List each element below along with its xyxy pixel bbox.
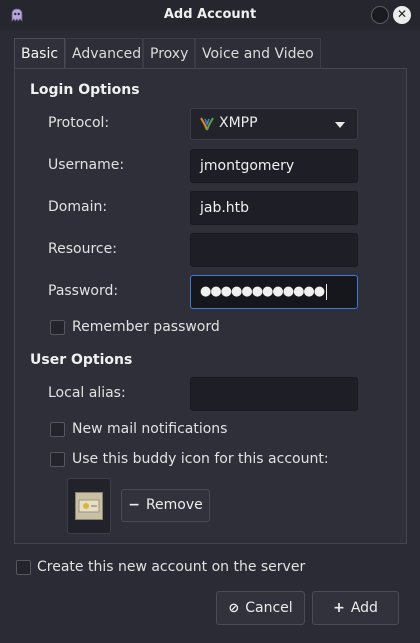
close-icon: ✕: [396, 7, 408, 21]
password-label: Password:: [48, 283, 119, 299]
title-bar: Add Account ✕: [0, 0, 420, 30]
tab-advanced[interactable]: Advanced: [65, 38, 143, 68]
add-button-label: Add: [350, 600, 378, 616]
buddy-icon-button[interactable]: [67, 478, 111, 534]
window-title: Add Account: [163, 7, 257, 22]
minus-icon: −: [128, 497, 140, 513]
protocol-value: XMPP: [219, 115, 258, 131]
remove-icon-button[interactable]: − Remove: [121, 489, 210, 522]
resource-label: Resource:: [48, 241, 117, 257]
username-label: Username:: [48, 157, 125, 173]
buddy-icon-checkbox[interactable]: [50, 452, 65, 467]
domain-label: Domain:: [48, 199, 108, 215]
cancel-icon: ⊘: [228, 601, 240, 616]
tab-proxy[interactable]: Proxy: [143, 38, 195, 68]
local-alias-input[interactable]: [190, 377, 358, 411]
xmpp-icon: [200, 117, 214, 131]
new-mail-checkbox[interactable]: [50, 422, 65, 437]
new-mail-label: New mail notifications: [72, 421, 228, 437]
resource-input[interactable]: [190, 233, 358, 267]
cancel-button-label: Cancel: [245, 600, 293, 616]
create-account-checkbox[interactable]: [16, 560, 31, 575]
add-button[interactable]: + Add: [312, 591, 399, 625]
domain-input[interactable]: jab.htb: [190, 191, 358, 225]
close-button[interactable]: ✕: [393, 6, 411, 24]
buddy-icon-label: Use this buddy icon for this account:: [72, 451, 329, 467]
create-account-label: Create this new account on the server: [37, 559, 306, 575]
user-options-heading: User Options: [30, 352, 133, 368]
protocol-label: Protocol:: [48, 115, 110, 131]
remember-password-label: Remember password: [72, 319, 220, 335]
tab-voice-and-video[interactable]: Voice and Video: [195, 38, 321, 68]
remember-password-checkbox[interactable]: [50, 320, 65, 335]
local-alias-label: Local alias:: [48, 385, 126, 401]
login-options-heading: Login Options: [30, 82, 140, 98]
protocol-select[interactable]: XMPP: [190, 108, 358, 140]
tab-basic[interactable]: Basic: [14, 38, 65, 69]
password-dots: ●●●●●●●●●●●●: [200, 284, 325, 299]
remove-button-label: Remove: [145, 497, 203, 513]
chevron-down-icon: [335, 122, 345, 128]
cancel-button[interactable]: ⊘ Cancel: [216, 591, 305, 625]
buddy-icon-image: [75, 492, 103, 520]
password-input[interactable]: ●●●●●●●●●●●●: [190, 275, 358, 309]
buddy-picture-icon: [78, 499, 100, 513]
username-input[interactable]: jmontgomery: [190, 149, 358, 183]
minimize-button[interactable]: [371, 6, 389, 24]
plus-icon: +: [333, 600, 345, 616]
